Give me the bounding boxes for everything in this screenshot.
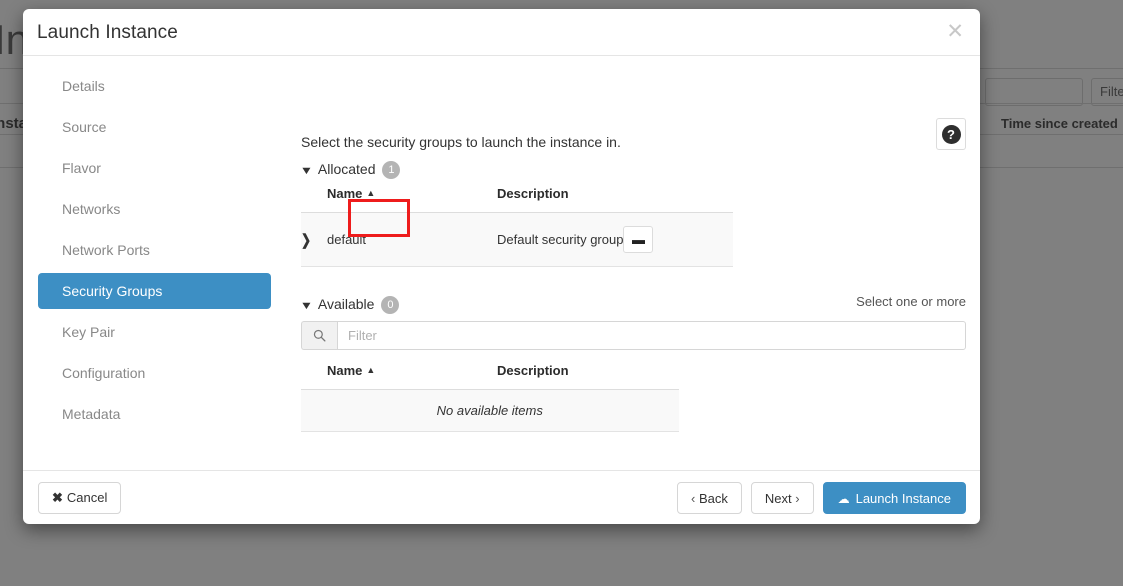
sidebar-item-label: Key Pair: [62, 324, 115, 340]
allocated-label: Allocated: [317, 161, 376, 177]
sidebar-item-details[interactable]: Details: [38, 68, 271, 104]
cancel-button-label: Cancel: [66, 490, 108, 505]
sidebar-item-label: Details: [62, 78, 105, 94]
filter-group: [301, 321, 966, 350]
launch-instance-button-label: Launch Instance: [855, 490, 951, 506]
row-name-cell: default: [327, 199, 497, 267]
close-icon[interactable]: ✕: [942, 19, 968, 44]
row-expand-cell[interactable]: ❯: [301, 212, 327, 267]
panel-intro-text: Select the security groups to launch the…: [301, 134, 621, 150]
wizard-nav: Details Source Flavor Networks Network P…: [38, 68, 271, 437]
allocated-count-badge: 1: [382, 161, 401, 179]
chevron-down-icon: ▼: [299, 165, 314, 177]
table-header-row: Name ▲ Description: [301, 186, 734, 213]
modal-footer: ✖ Cancel ‹ Back Next › ☁ Launch Instance: [23, 470, 980, 524]
sidebar-item-label: Source: [62, 119, 107, 135]
available-section-header[interactable]: ▼ Available 0: [299, 296, 400, 314]
launch-instance-button[interactable]: ☁ Launch Instance: [822, 482, 966, 514]
row-description-cell: Default security group: [497, 212, 624, 267]
sidebar-item-label: Networks: [62, 201, 121, 217]
allocated-col-name[interactable]: Name ▲: [327, 186, 497, 213]
column-label: Description: [497, 186, 569, 201]
sidebar-item-metadata[interactable]: Metadata: [38, 396, 271, 432]
x-icon: ✖: [52, 490, 63, 505]
sidebar-item-configuration[interactable]: Configuration: [38, 355, 271, 391]
table-row[interactable]: ❯ default Default security group ▬: [301, 199, 734, 267]
sidebar-item-label: Network Ports: [62, 242, 150, 258]
help-icon[interactable]: ?: [936, 118, 966, 150]
cancel-button[interactable]: ✖ Cancel: [38, 482, 122, 514]
launch-instance-modal: Launch Instance ✕ Details Source Flavor …: [23, 9, 980, 524]
table-header-row: Name ▲ Description: [301, 363, 679, 390]
sidebar-item-label: Configuration: [62, 365, 146, 381]
back-button[interactable]: ‹ Back: [677, 482, 742, 514]
sidebar-item-key-pair[interactable]: Key Pair: [38, 314, 271, 350]
chevron-left-icon: ‹: [691, 490, 696, 506]
available-table: Name ▲ Description No available items: [301, 363, 679, 432]
row-action-cell: ▬: [623, 212, 734, 267]
modal-body: Details Source Flavor Networks Network P…: [23, 56, 980, 470]
chevron-right-icon[interactable]: ❯: [301, 231, 311, 249]
modal-header: Launch Instance ✕: [23, 9, 980, 56]
allocated-col-action: [623, 186, 734, 213]
no-available-items-text: No available items: [301, 389, 679, 432]
sidebar-item-label: Metadata: [62, 406, 121, 422]
column-label: Description: [497, 363, 569, 378]
security-groups-panel: Select the security groups to launch the…: [299, 56, 966, 470]
next-button[interactable]: Next ›: [750, 482, 814, 514]
sidebar-item-networks[interactable]: Networks: [38, 191, 271, 227]
available-label: Available: [317, 296, 375, 312]
help-glyph: ?: [941, 124, 961, 144]
sidebar-item-flavor[interactable]: Flavor: [38, 150, 271, 186]
available-expand-col: [301, 363, 327, 390]
back-button-label: Back: [698, 490, 728, 506]
filter-input[interactable]: [337, 321, 966, 350]
background-search-input[interactable]: [985, 78, 1083, 106]
available-col-name[interactable]: Name ▲: [327, 363, 497, 390]
page-title: Launch Instance: [37, 22, 178, 43]
column-label: Name: [327, 363, 363, 378]
sidebar-item-label: Security Groups: [62, 283, 163, 299]
select-one-or-more-hint: Select one or more: [856, 294, 966, 309]
column-label: Name: [327, 186, 363, 201]
available-col-description[interactable]: Description: [497, 363, 569, 390]
sidebar-item-source[interactable]: Source: [38, 109, 271, 145]
next-button-label: Next: [764, 490, 792, 506]
row-name: default: [327, 232, 367, 247]
allocated-expand-col: [301, 186, 327, 213]
sidebar-item-network-ports[interactable]: Network Ports: [38, 232, 271, 268]
minus-icon[interactable]: ▬: [623, 226, 654, 253]
available-col-action: [568, 363, 679, 390]
allocated-section-header[interactable]: ▼ Allocated 1: [299, 161, 401, 179]
table-empty-row: No available items: [301, 389, 679, 432]
sidebar-item-security-groups[interactable]: Security Groups: [38, 273, 271, 309]
chevron-down-icon: ▼: [299, 300, 314, 312]
footer-actions: ‹ Back Next › ☁ Launch Instance: [677, 482, 966, 514]
sort-asc-icon: ▲: [366, 188, 376, 198]
allocated-col-description[interactable]: Description: [497, 186, 624, 213]
chevron-right-icon: ›: [795, 490, 800, 506]
background-column-header-time-since-created: Time since created: [1001, 116, 1118, 131]
sort-asc-icon: ▲: [366, 365, 376, 375]
background-filter-button[interactable]: Filter: [1091, 78, 1123, 106]
search-icon: [301, 321, 337, 350]
allocated-table: Name ▲ Description ❯ default Default sec…: [301, 186, 734, 267]
sidebar-item-label: Flavor: [62, 160, 101, 176]
available-count-badge: 0: [381, 296, 400, 314]
cloud-upload-icon: ☁: [837, 491, 850, 506]
